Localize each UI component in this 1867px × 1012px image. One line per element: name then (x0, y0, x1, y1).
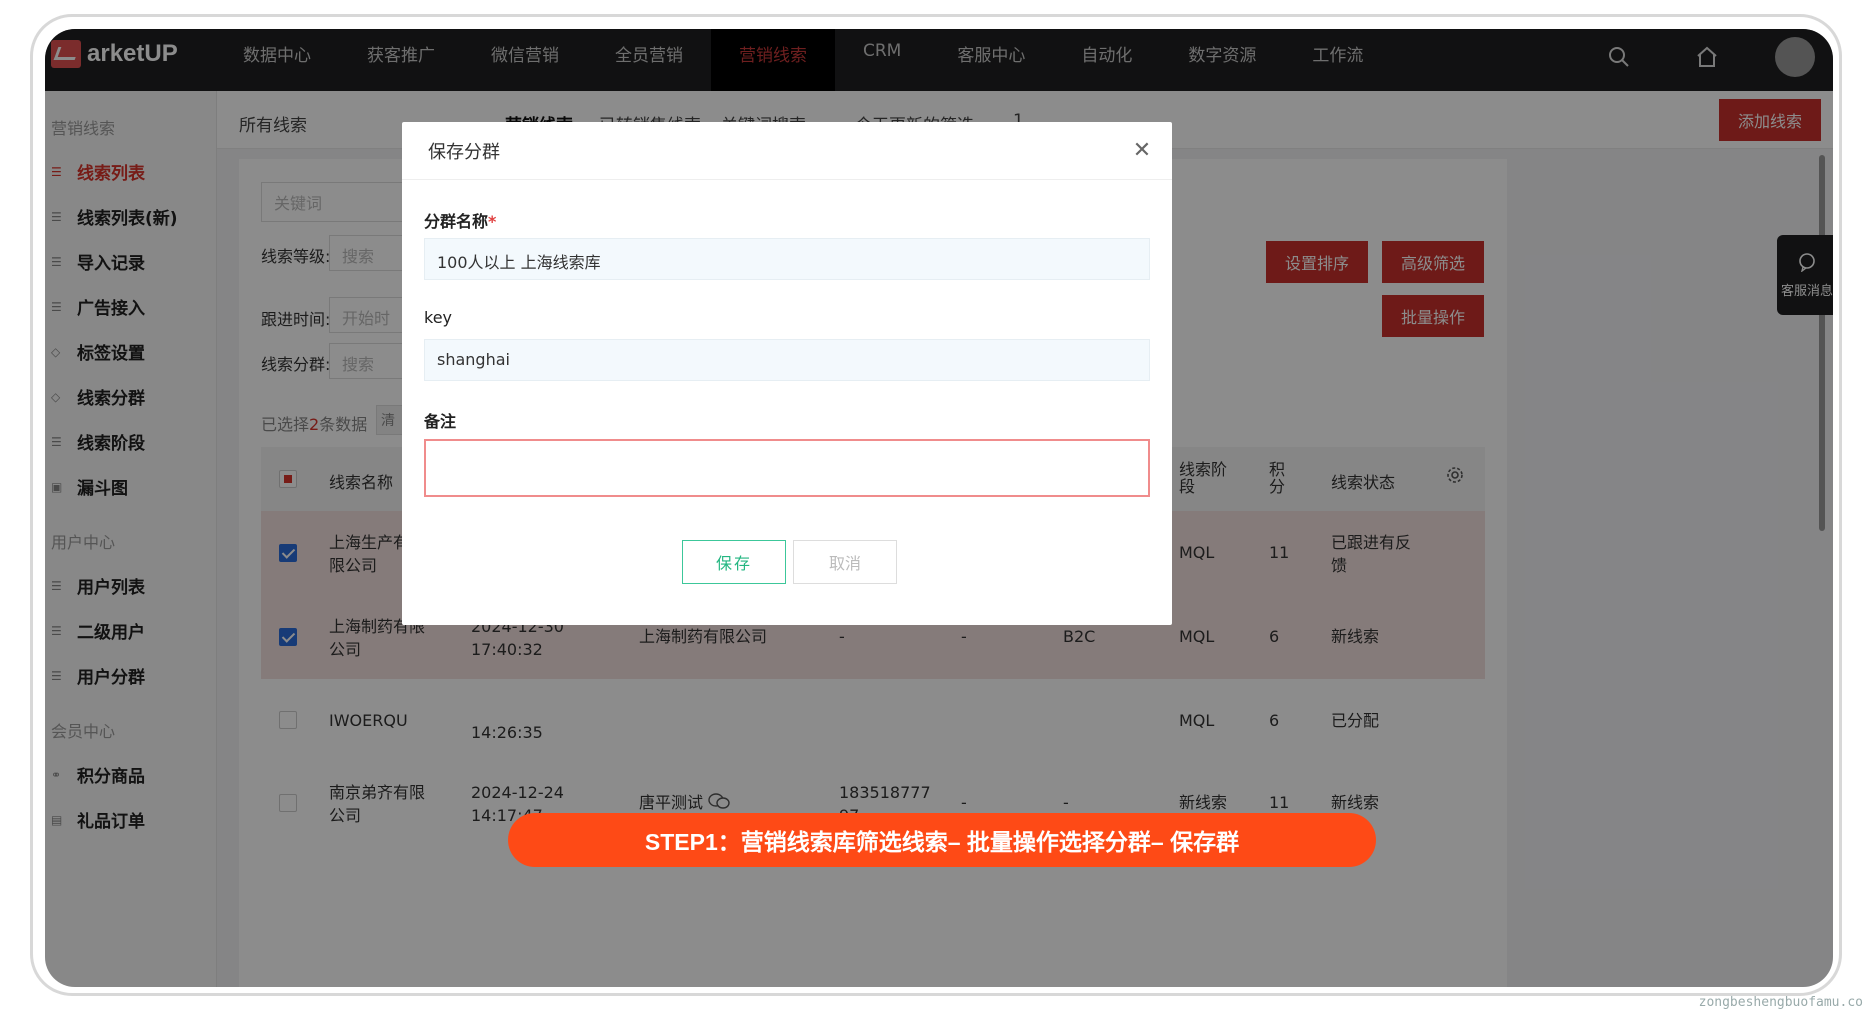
watermark: zongbeshengbuofamu.co (1698, 995, 1863, 1010)
segment-name-label-text: 分群名称 (424, 212, 489, 231)
segment-name-label: 分群名称* (424, 208, 496, 232)
key-input[interactable]: shanghai (424, 339, 1150, 381)
close-icon[interactable]: ✕ (1130, 138, 1154, 163)
save-button[interactable]: 保存 (682, 540, 786, 584)
note-label: 备注 (424, 412, 457, 431)
save-segment-dialog: 保存分群 ✕ 分群名称* 100人以上 上海线索库 key shanghai 备… (402, 122, 1172, 625)
key-label: key (424, 308, 453, 327)
app-screen: arketUP 数据中心 获客推广 微信营销 全员营销 营销线索 CRM 客服中… (45, 29, 1833, 987)
dialog-title: 保存分群 (402, 122, 1172, 180)
segment-name-input[interactable]: 100人以上 上海线索库 (424, 238, 1150, 280)
required-mark: * (488, 212, 497, 231)
device-frame: arketUP 数据中心 获客推广 微信营销 全员营销 营销线索 CRM 客服中… (30, 14, 1842, 996)
cancel-button[interactable]: 取消 (793, 540, 897, 584)
note-textarea[interactable] (424, 439, 1150, 497)
step-banner: STEP1：营销线索库筛选线索– 批量操作选择分群– 保存群 (508, 813, 1376, 867)
